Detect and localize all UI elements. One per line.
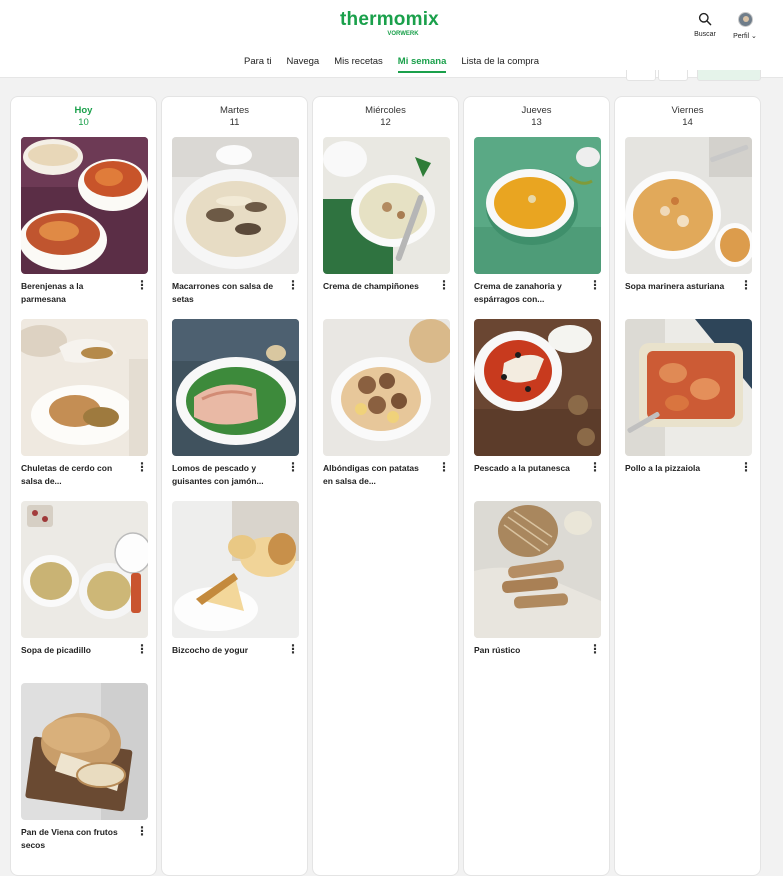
carrot-cream-image[interactable]	[474, 137, 601, 274]
recipe-card[interactable]: Bizcocho de yogur ⋮	[172, 501, 299, 657]
recipe-title[interactable]: Bizcocho de yogur	[172, 644, 280, 657]
day-column-martes: Martes 11 Macarrones con salsa de setas ⋮ Lo…	[161, 96, 308, 876]
recipe-title[interactable]: Sopa marinera asturiana	[625, 280, 733, 293]
profile-label: Perfil ⌄	[733, 33, 757, 40]
nav-item-mi-semana[interactable]: Mi semana	[397, 55, 447, 73]
nav-item-navega[interactable]: Navega	[286, 55, 319, 73]
vienna-bread-image[interactable]	[21, 683, 148, 820]
more-options-icon[interactable]: ⋮	[740, 279, 752, 293]
day-header: Miércoles 12	[313, 105, 458, 129]
profile-button[interactable]: Perfil ⌄	[727, 12, 763, 40]
more-options-icon[interactable]: ⋮	[589, 643, 601, 657]
more-options-icon[interactable]: ⋮	[287, 643, 299, 657]
recipe-title[interactable]: Pollo a la pizzaiola	[625, 462, 733, 475]
day-header: Hoy 10	[11, 105, 156, 129]
more-options-icon[interactable]: ⋮	[589, 461, 601, 475]
recipe-card[interactable]: Pollo a la pizzaiola ⋮	[625, 319, 752, 475]
picadillo-soup-image[interactable]	[21, 501, 148, 638]
more-options-icon[interactable]: ⋮	[438, 279, 450, 293]
view-toggle-right[interactable]	[697, 70, 761, 81]
day-date: 13	[531, 117, 542, 128]
nav-item-lista-de-la-compra[interactable]: Lista de la compra	[461, 55, 539, 73]
top-header: thermomix VORWERK Buscar Perfil ⌄ Para t…	[0, 0, 783, 78]
mushroom-macaroni-image[interactable]	[172, 137, 299, 274]
rustic-bread-image[interactable]	[474, 501, 601, 638]
more-options-icon[interactable]: ⋮	[136, 461, 148, 475]
pork-chops-image[interactable]	[21, 319, 148, 456]
day-header: Martes 11	[162, 105, 307, 129]
more-options-icon[interactable]: ⋮	[589, 279, 601, 293]
recipe-card[interactable]: Crema de champiñones ⋮	[323, 137, 450, 293]
recipe-title[interactable]: Pan de Viena con frutos secos	[21, 826, 129, 852]
recipe-title[interactable]: Pan rústico	[474, 644, 582, 657]
more-options-icon[interactable]: ⋮	[136, 279, 148, 293]
fish-peas-image[interactable]	[172, 319, 299, 456]
day-header: Viernes 14	[615, 105, 760, 129]
avatar	[737, 12, 753, 27]
day-column-hoy: Hoy 10 Berenjenas a la parmesana ⋮ Chuletas …	[10, 96, 157, 876]
recipe-card[interactable]: Pescado a la putanesca ⋮	[474, 319, 601, 475]
day-name: Viernes	[671, 105, 704, 116]
recipe-card[interactable]: Chuletas de cerdo con salsa de... ⋮	[21, 319, 148, 488]
recipe-title[interactable]: Crema de zanahoria y espárragos con...	[474, 280, 582, 306]
recipe-card[interactable]: Sopa de picadillo ⋮	[21, 501, 148, 657]
recipe-card[interactable]: Albóndigas con patatas en salsa de... ⋮	[323, 319, 450, 488]
day-column-viernes: Viernes 14 Sopa marinera asturiana ⋮ Pollo a…	[614, 96, 761, 876]
chevron-down-icon: ⌄	[751, 33, 757, 40]
more-options-icon[interactable]: ⋮	[287, 279, 299, 293]
day-column-jueves: Jueves 13 Crema de zanahoria y espárragos …	[463, 96, 610, 876]
nav-item-mis-recetas[interactable]: Mis recetas	[334, 55, 383, 73]
seafood-soup-image[interactable]	[625, 137, 752, 274]
logo-wordmark: thermomix	[340, 9, 439, 30]
more-options-icon[interactable]: ⋮	[740, 461, 752, 475]
search-label: Buscar	[694, 31, 716, 38]
day-date: 10	[78, 117, 89, 128]
view-toggle-middle[interactable]	[658, 70, 688, 81]
view-toggle-left[interactable]	[626, 70, 656, 81]
day-date: 14	[682, 117, 693, 128]
day-column-miércoles: Miércoles 12 Crema de champiñones ⋮ Albóndig…	[312, 96, 459, 876]
day-name: Hoy	[74, 105, 93, 116]
week-board: Hoy 10 Berenjenas a la parmesana ⋮ Chuletas …	[10, 96, 763, 876]
recipe-title[interactable]: Albóndigas con patatas en salsa de...	[323, 462, 431, 488]
recipe-title[interactable]: Pescado a la putanesca	[474, 462, 582, 475]
day-name: Martes	[219, 105, 250, 116]
fish-puttanesca-image[interactable]	[474, 319, 601, 456]
mushroom-cream-image[interactable]	[323, 137, 450, 274]
day-name: Jueves	[521, 105, 552, 116]
chicken-pizzaiola-image[interactable]	[625, 319, 752, 456]
recipe-title[interactable]: Lomos de pescado y guisantes con jamón..…	[172, 462, 280, 488]
day-date: 11	[229, 117, 240, 128]
thermomix-logo[interactable]: thermomix VORWERK	[340, 9, 439, 42]
more-options-icon[interactable]: ⋮	[136, 643, 148, 657]
nav-item-para-ti[interactable]: Para ti	[244, 55, 271, 73]
recipe-card[interactable]: Berenjenas a la parmesana ⋮	[21, 137, 148, 306]
recipe-title[interactable]: Berenjenas a la parmesana	[21, 280, 129, 306]
day-date: 12	[380, 117, 391, 128]
meatballs-image[interactable]	[323, 319, 450, 456]
day-header: Jueves 13	[464, 105, 609, 129]
recipe-card[interactable]: Lomos de pescado y guisantes con jamón..…	[172, 319, 299, 488]
recipe-card[interactable]: Pan de Viena con frutos secos ⋮	[21, 683, 148, 852]
search-icon	[698, 12, 712, 26]
more-options-icon[interactable]: ⋮	[136, 825, 148, 839]
recipe-title[interactable]: Sopa de picadillo	[21, 644, 129, 657]
day-name: Miércoles	[365, 105, 406, 116]
logo-subtitle: VORWERK	[387, 31, 419, 37]
recipe-title[interactable]: Macarrones con salsa de setas	[172, 280, 280, 306]
more-options-icon[interactable]: ⋮	[287, 461, 299, 475]
more-options-icon[interactable]: ⋮	[438, 461, 450, 475]
recipe-card[interactable]: Macarrones con salsa de setas ⋮	[172, 137, 299, 306]
recipe-title[interactable]: Chuletas de cerdo con salsa de...	[21, 462, 129, 488]
recipe-card[interactable]: Sopa marinera asturiana ⋮	[625, 137, 752, 293]
recipe-card[interactable]: Pan rústico ⋮	[474, 501, 601, 657]
recipe-card[interactable]: Crema de zanahoria y espárragos con... ⋮	[474, 137, 601, 306]
recipe-title[interactable]: Crema de champiñones	[323, 280, 431, 293]
yogurt-cake-image[interactable]	[172, 501, 299, 638]
search-button[interactable]: Buscar	[690, 12, 720, 38]
eggplant-gratin-image[interactable]	[21, 137, 148, 274]
